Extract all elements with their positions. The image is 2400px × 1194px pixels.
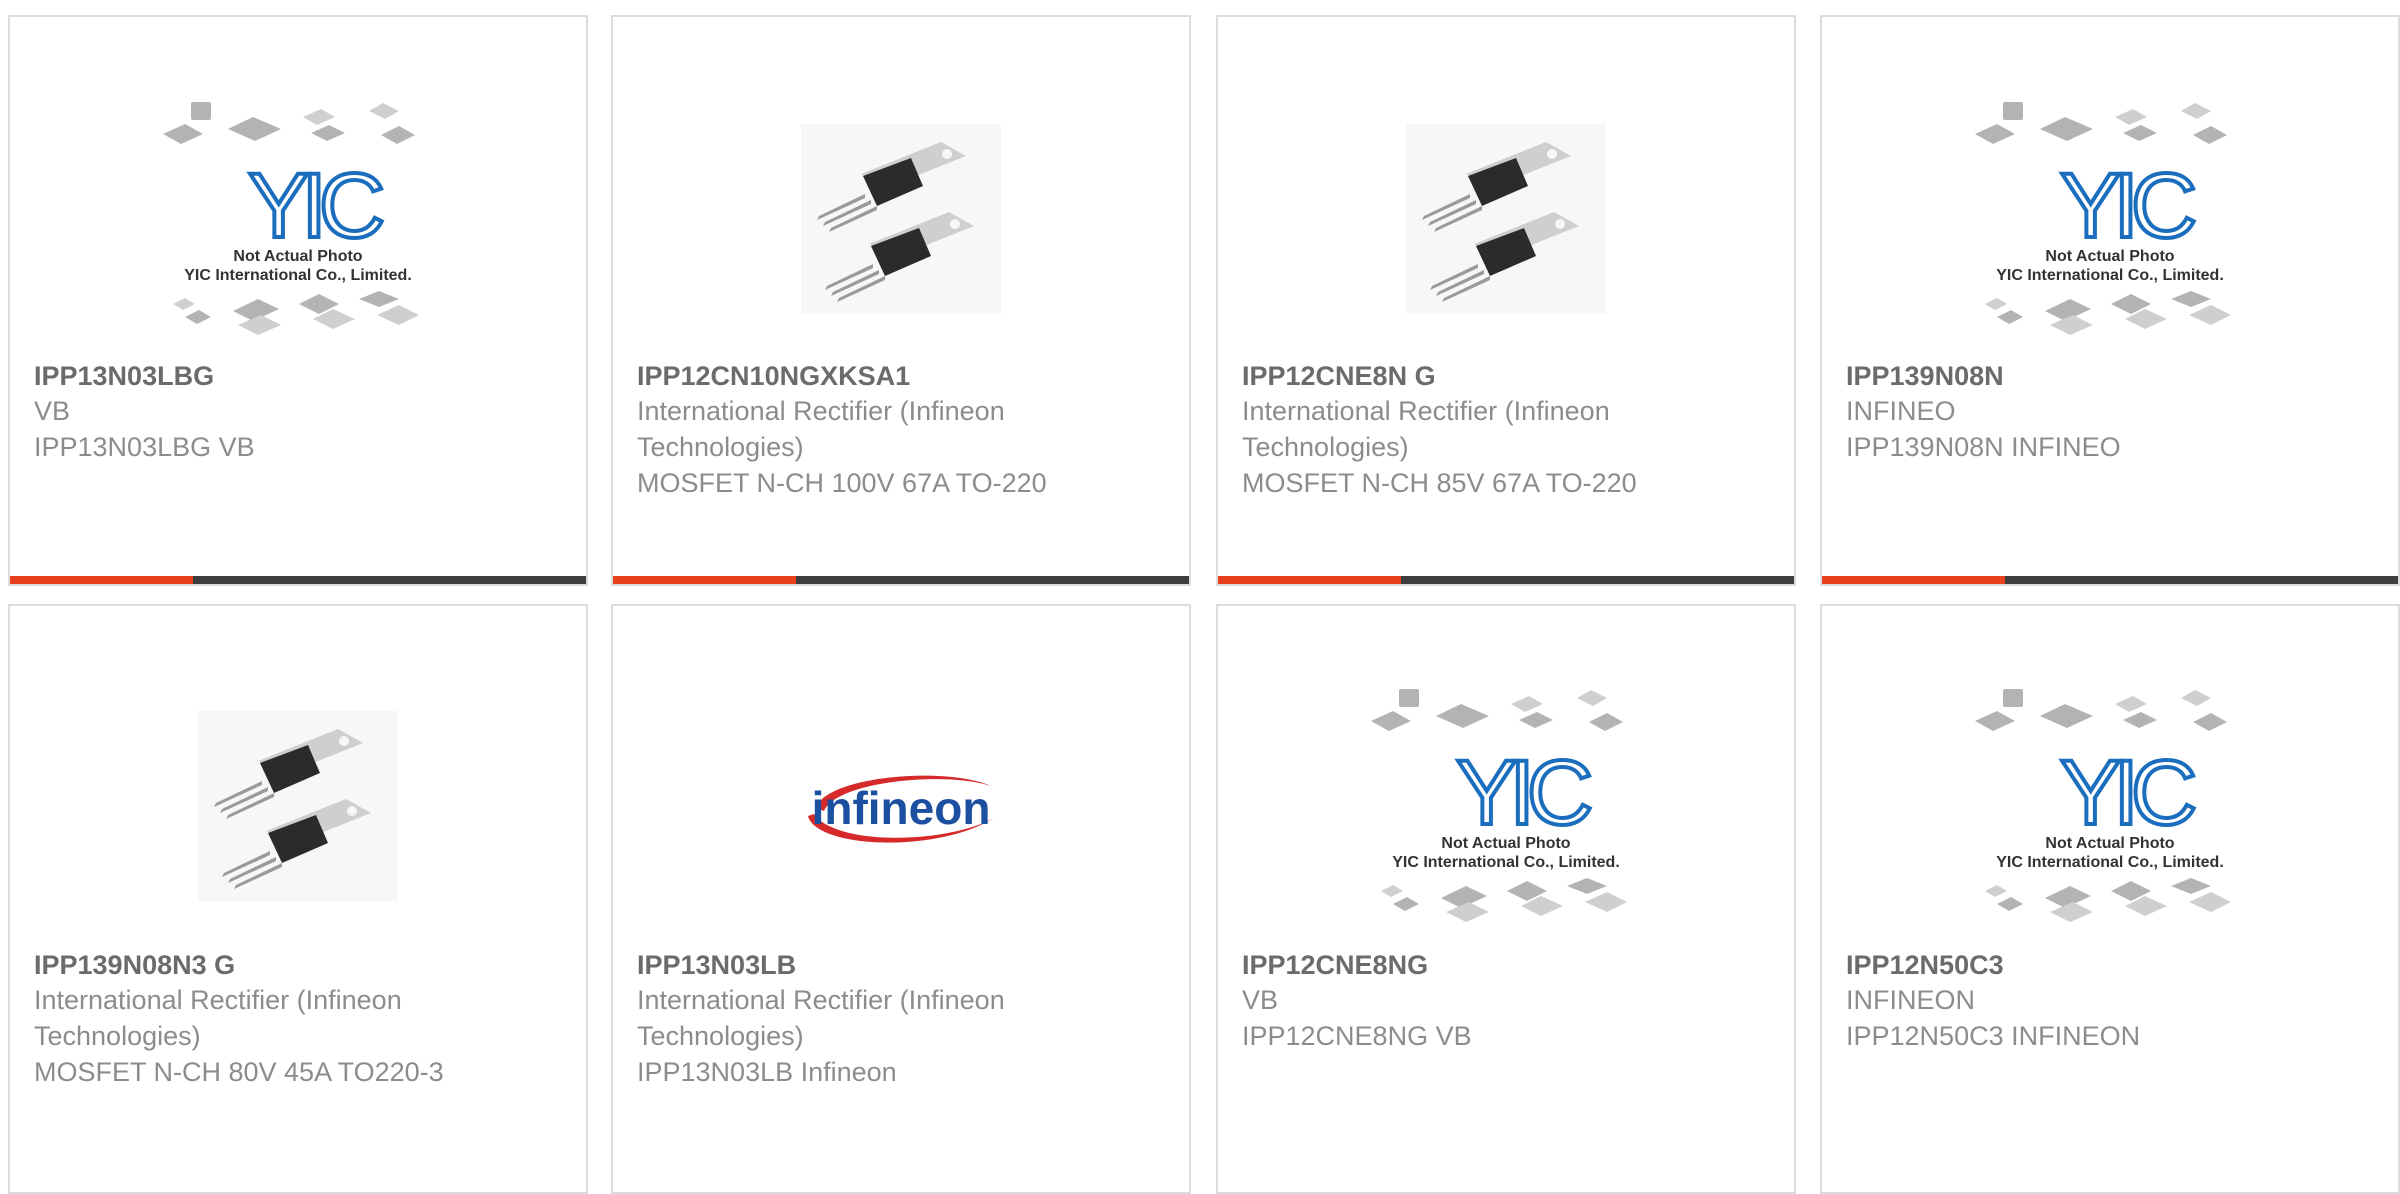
product-image[interactable]	[1218, 89, 1794, 349]
product-info: IPP139N08N INFINEO IPP139N08N INFINEO	[1846, 359, 2286, 465]
part-number-link[interactable]: IPP139N08N3 G	[34, 948, 474, 982]
to220-transistor-photo-icon	[198, 711, 398, 901]
infineon-logo-icon: infineon	[808, 775, 994, 843]
manufacturer-label: International Rectifier (Infineon Techno…	[637, 985, 1005, 1051]
product-image[interactable]: YIC Not Actual Photo YIC International C…	[1218, 676, 1794, 936]
chip-icons-bottom	[1985, 878, 2231, 922]
part-number-link[interactable]: IPP13N03LBG	[34, 359, 474, 393]
description-label: IPP12N50C3 INFINEON	[1846, 1021, 2141, 1051]
chip-icons-top	[1975, 102, 2227, 144]
description-label: IPP13N03LBG VB	[34, 432, 255, 462]
placeholder-photo-icon: YIC Not Actual Photo YIC International C…	[1371, 689, 1627, 922]
manufacturer-label: VB	[34, 396, 71, 426]
description-label: MOSFET N-CH 100V 67A TO-220	[637, 468, 1047, 498]
card-bottom-bar	[613, 576, 1189, 584]
chip-icons-top	[163, 102, 415, 144]
card-accent-bar	[1822, 576, 2005, 584]
product-card[interactable]: infineon IPP13N03LB International Rectifi…	[611, 604, 1191, 1194]
part-number-link[interactable]: IPP12N50C3	[1846, 948, 2286, 982]
product-card[interactable]: IPP139N08N3 G International Rectifier (In…	[8, 604, 588, 1194]
card-accent-bar	[613, 576, 796, 584]
product-card[interactable]: YIC Not Actual Photo YIC International C…	[1216, 604, 1796, 1194]
product-info: IPP13N03LB International Rectifier (Infin…	[637, 948, 1077, 1090]
not-actual-photo-label: Not Actual Photo	[2045, 248, 2174, 265]
product-card[interactable]: IPP12CNE8N G International Rectifier (Inf…	[1216, 15, 1796, 586]
placeholder-photo-icon: YIC Not Actual Photo YIC International C…	[1975, 689, 2231, 922]
infineon-wordmark: infineon	[812, 782, 991, 834]
manufacturer-label: International Rectifier (Infineon Techno…	[1242, 396, 1610, 462]
description-label: IPP13N03LB Infineon	[637, 1057, 897, 1087]
not-actual-photo-label: Not Actual Photo	[233, 248, 362, 265]
product-info: IPP13N03LBG VB IPP13N03LBG VB	[34, 359, 474, 465]
description-label: MOSFET N-CH 85V 67A TO-220	[1242, 468, 1637, 498]
part-number-link[interactable]: IPP13N03LB	[637, 948, 1077, 982]
chip-icons-bottom	[1381, 878, 1627, 922]
company-name-label: YIC International Co., Limited.	[1996, 854, 2224, 871]
manufacturer-label: INFINEO	[1846, 396, 1956, 426]
chip-icons-top	[1371, 689, 1623, 731]
product-image[interactable]	[10, 676, 586, 936]
product-card[interactable]: YIC Not Actual Photo YIC International C…	[1820, 604, 2400, 1194]
chip-icons-bottom	[173, 291, 419, 335]
manufacturer-label: VB	[1242, 985, 1279, 1015]
product-image[interactable]: infineon	[613, 676, 1189, 936]
yic-logo: YIC	[248, 155, 382, 257]
part-number-link[interactable]: IPP12CNE8NG	[1242, 948, 1682, 982]
product-image[interactable]	[613, 89, 1189, 349]
placeholder-photo-icon: YIC Not Actual Photo YIC International C…	[163, 102, 419, 335]
yic-logo: YIC	[2060, 155, 2194, 257]
card-accent-bar	[1218, 576, 1401, 584]
placeholder-photo-icon: YIC Not Actual Photo YIC International C…	[1975, 102, 2231, 335]
product-image[interactable]: YIC Not Actual Photo YIC International C…	[10, 89, 586, 349]
company-name-label: YIC International Co., Limited.	[1392, 854, 1620, 871]
product-image[interactable]: YIC Not Actual Photo YIC International C…	[1822, 89, 2398, 349]
to220-transistor-photo-icon	[1406, 124, 1606, 314]
company-name-label: YIC International Co., Limited.	[1996, 267, 2224, 284]
to220-transistor-photo-icon	[801, 124, 1001, 314]
product-card[interactable]: YIC Not Actual Photo YIC International C…	[8, 15, 588, 586]
part-number-link[interactable]: IPP139N08N	[1846, 359, 2286, 393]
card-bottom-bar	[10, 576, 586, 584]
card-accent-bar	[10, 576, 193, 584]
chip-icons-top	[1975, 689, 2227, 731]
product-card[interactable]: YIC Not Actual Photo YIC International C…	[1820, 15, 2400, 586]
manufacturer-label: International Rectifier (Infineon Techno…	[637, 396, 1005, 462]
yic-logo: YIC	[1456, 742, 1590, 844]
part-number-link[interactable]: IPP12CNE8N G	[1242, 359, 1682, 393]
product-info: IPP12CNE8NG VB IPP12CNE8NG VB	[1242, 948, 1682, 1054]
product-info: IPP139N08N3 G International Rectifier (In…	[34, 948, 474, 1090]
manufacturer-label: International Rectifier (Infineon Techno…	[34, 985, 402, 1051]
product-card[interactable]: IPP12CN10NGXKSA1 International Rectifier …	[611, 15, 1191, 586]
part-number-link[interactable]: IPP12CN10NGXKSA1	[637, 359, 1077, 393]
chip-icons-bottom	[1985, 291, 2231, 335]
yic-logo: YIC	[2060, 742, 2194, 844]
card-bottom-bar	[1822, 576, 2398, 584]
not-actual-photo-label: Not Actual Photo	[1441, 835, 1570, 852]
product-info: IPP12CN10NGXKSA1 International Rectifier …	[637, 359, 1077, 501]
description-label: IPP12CNE8NG VB	[1242, 1021, 1472, 1051]
product-info: IPP12CNE8N G International Rectifier (Inf…	[1242, 359, 1682, 501]
product-image[interactable]: YIC Not Actual Photo YIC International C…	[1822, 676, 2398, 936]
description-label: IPP139N08N INFINEO	[1846, 432, 2121, 462]
card-bottom-bar	[1218, 576, 1794, 584]
not-actual-photo-label: Not Actual Photo	[2045, 835, 2174, 852]
description-label: MOSFET N-CH 80V 45A TO220-3	[34, 1057, 444, 1087]
company-name-label: YIC International Co., Limited.	[184, 267, 412, 284]
manufacturer-label: INFINEON	[1846, 985, 1976, 1015]
product-info: IPP12N50C3 INFINEON IPP12N50C3 INFINEON	[1846, 948, 2286, 1054]
